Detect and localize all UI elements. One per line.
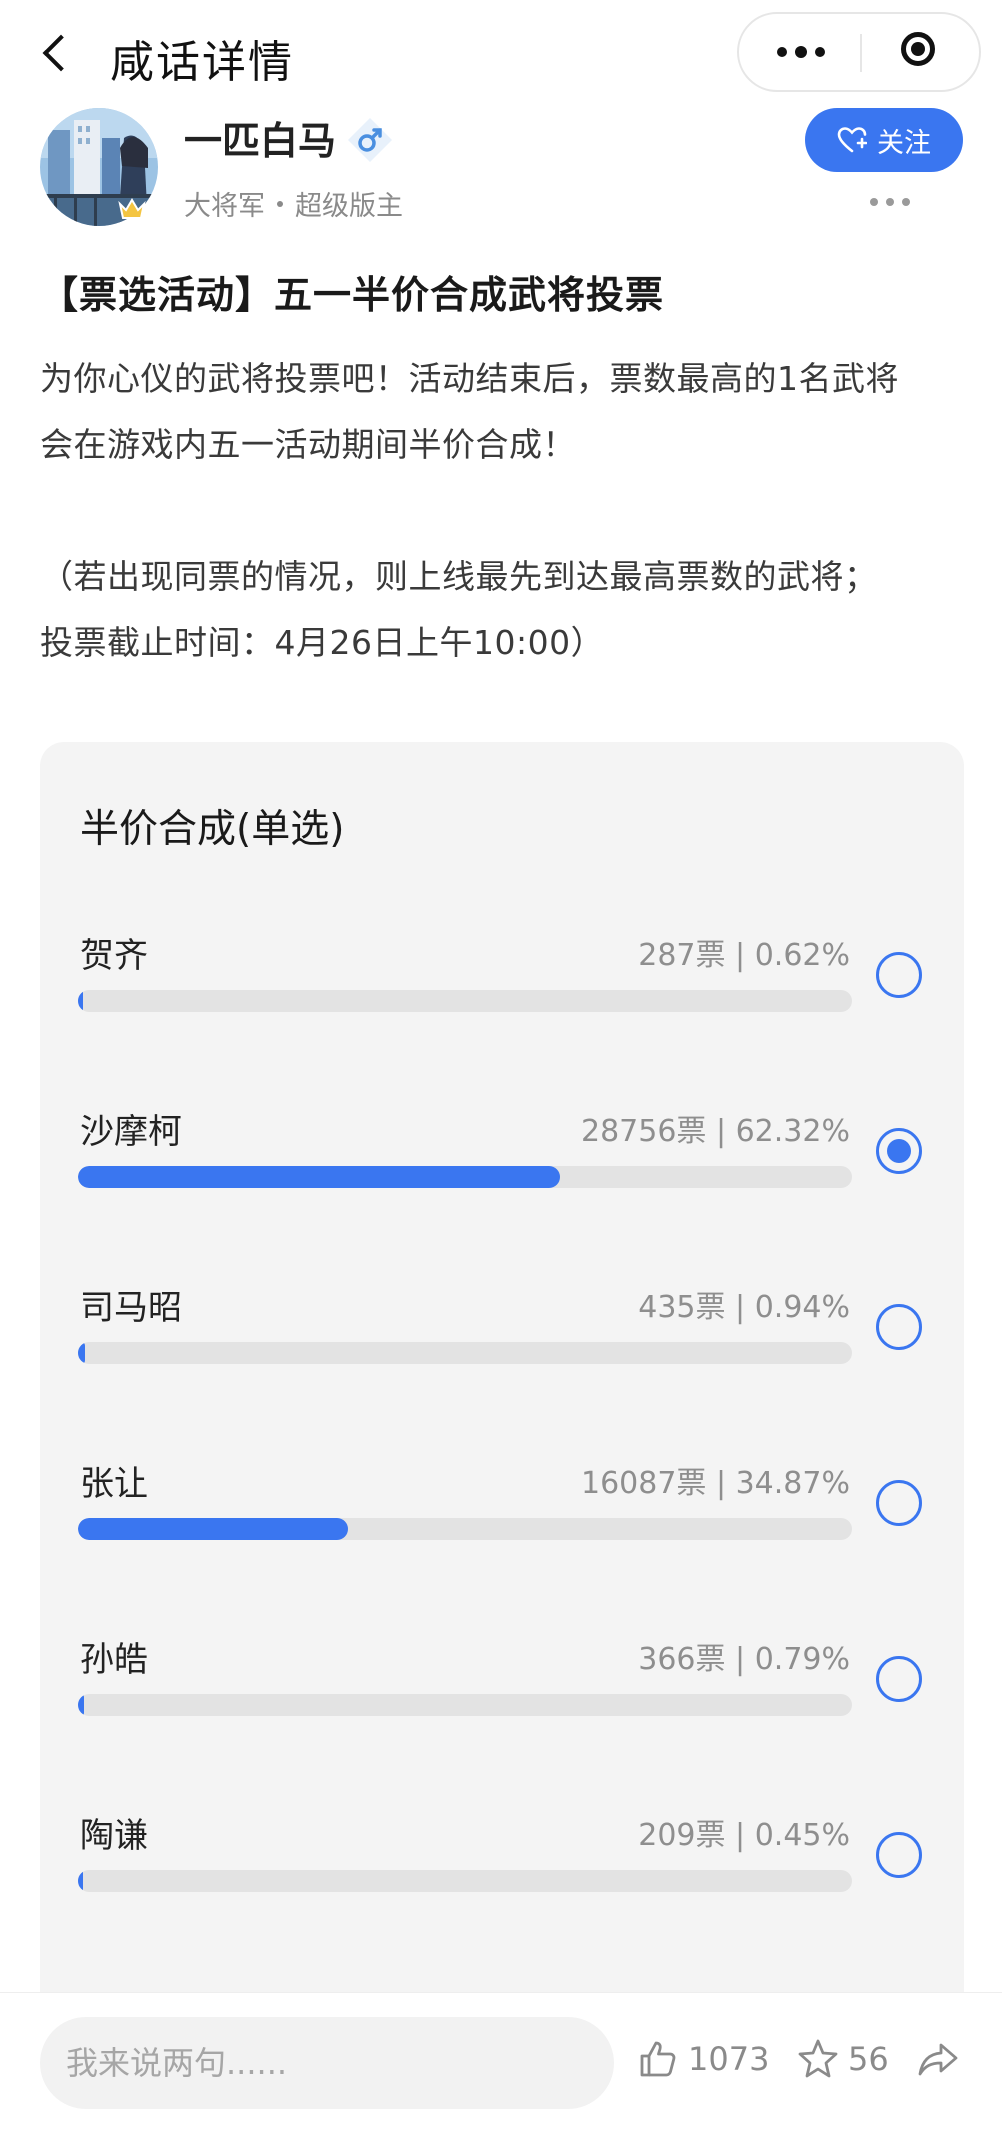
option-stats: 435票 | 0.94% bbox=[638, 1290, 850, 1325]
option-name: 陶谦 bbox=[80, 1816, 148, 1856]
post-body-line: （若出现同票的情况，则上线最先到达最高票数的武将； bbox=[40, 557, 878, 596]
progress-fill bbox=[78, 990, 83, 1012]
radio-button[interactable] bbox=[876, 1304, 922, 1350]
top-nav-bar: 咸话详情 bbox=[0, 0, 1002, 106]
progress-track bbox=[78, 1694, 852, 1716]
radio-button[interactable] bbox=[876, 1480, 922, 1526]
option-stats: 16087票 | 34.87% bbox=[580, 1466, 850, 1501]
favorite-count: 56 bbox=[848, 2040, 889, 2078]
progress-fill bbox=[78, 1870, 83, 1892]
post-title: 【票选活动】五一半价合成武将投票 bbox=[40, 273, 665, 317]
bottom-action-bar: 1073 56 bbox=[0, 1992, 1002, 2130]
post-detail-page: 咸话详情 一匹白马 大将军 超级版主 关注 【票选活动】五一半价合成武将投票 为… bbox=[0, 0, 1002, 2130]
follow-label: 关注 bbox=[877, 127, 931, 159]
option-stats: 209票 | 0.45% bbox=[638, 1818, 850, 1853]
post-more-icon[interactable] bbox=[866, 196, 916, 208]
option-stats: 366票 | 0.79% bbox=[638, 1642, 850, 1677]
post-body-line: 投票截止时间：4月26日上午10:00） bbox=[40, 623, 605, 662]
mini-program-capsule bbox=[737, 12, 981, 92]
progress-fill bbox=[78, 1694, 85, 1716]
comment-input[interactable] bbox=[40, 2017, 614, 2109]
progress-fill bbox=[78, 1518, 348, 1540]
male-icon bbox=[346, 116, 394, 164]
progress-track bbox=[78, 1166, 852, 1188]
target-close-icon[interactable] bbox=[861, 14, 981, 90]
radio-button[interactable] bbox=[876, 1832, 922, 1878]
poll-title: 半价合成(单选) bbox=[80, 807, 345, 852]
option-name: 沙摩柯 bbox=[80, 1112, 182, 1152]
poll-option[interactable]: 张让 16087票 | 34.87% bbox=[40, 1456, 964, 1616]
chevron-left-icon[interactable] bbox=[36, 30, 76, 76]
page-title: 咸话详情 bbox=[110, 37, 294, 88]
radio-button[interactable] bbox=[876, 1656, 922, 1702]
author-role: 超级版主 bbox=[295, 191, 403, 222]
option-name: 张让 bbox=[80, 1464, 148, 1504]
progress-track bbox=[78, 990, 852, 1012]
post-body-line bbox=[40, 478, 970, 544]
option-stats: 287票 | 0.62% bbox=[638, 938, 850, 973]
like-button[interactable]: 1073 bbox=[636, 2037, 769, 2081]
poll-option[interactable]: 孙皓 366票 | 0.79% bbox=[40, 1632, 964, 1792]
star-icon bbox=[798, 2039, 838, 2078]
crown-badge-icon bbox=[117, 196, 147, 222]
poll-card: 半价合成(单选) 贺齐 287票 | 0.62% 沙摩柯 28756票 | 62… bbox=[40, 742, 964, 2042]
progress-fill bbox=[78, 1166, 561, 1188]
option-name: 孙皓 bbox=[80, 1640, 148, 1680]
post-body-line: 会在游戏内五一活动期间半价合成！ bbox=[40, 425, 576, 464]
progress-fill bbox=[78, 1342, 86, 1364]
progress-track bbox=[78, 1342, 852, 1364]
option-stats: 28756票 | 62.32% bbox=[580, 1114, 850, 1149]
progress-track bbox=[78, 1518, 852, 1540]
like-count: 1073 bbox=[688, 2040, 770, 2078]
option-name: 司马昭 bbox=[80, 1288, 182, 1328]
separator-dot bbox=[277, 200, 283, 207]
option-name: 贺齐 bbox=[80, 936, 148, 976]
author-rank: 大将军 bbox=[184, 191, 265, 222]
author-name[interactable]: 一匹白马 bbox=[184, 110, 336, 165]
poll-option[interactable]: 沙摩柯 28756票 | 62.32% bbox=[40, 1104, 964, 1264]
heart-plus-icon bbox=[837, 127, 867, 153]
poll-option[interactable]: 贺齐 287票 | 0.62% bbox=[40, 928, 964, 1088]
thumbs-up-icon bbox=[640, 2041, 676, 2077]
post-body-line: 为你心仪的武将投票吧！活动结束后，票数最高的1名武将 bbox=[40, 359, 899, 398]
author-meta: 大将军 超级版主 bbox=[184, 184, 403, 223]
more-dots-icon[interactable] bbox=[739, 14, 861, 90]
radio-button[interactable] bbox=[876, 952, 922, 998]
progress-track bbox=[78, 1870, 852, 1892]
share-button[interactable] bbox=[916, 2037, 960, 2081]
radio-button[interactable] bbox=[876, 1128, 922, 1174]
favorite-button[interactable]: 56 bbox=[796, 2037, 889, 2081]
poll-option[interactable]: 司马昭 435票 | 0.94% bbox=[40, 1280, 964, 1440]
post-body: 为你心仪的武将投票吧！活动结束后，票数最高的1名武将 会在游戏内五一活动期间半价… bbox=[40, 346, 970, 676]
share-arrow-icon bbox=[918, 2043, 958, 2076]
poll-option[interactable]: 陶谦 209票 | 0.45% bbox=[40, 1808, 964, 1968]
follow-button[interactable]: 关注 bbox=[805, 108, 963, 172]
